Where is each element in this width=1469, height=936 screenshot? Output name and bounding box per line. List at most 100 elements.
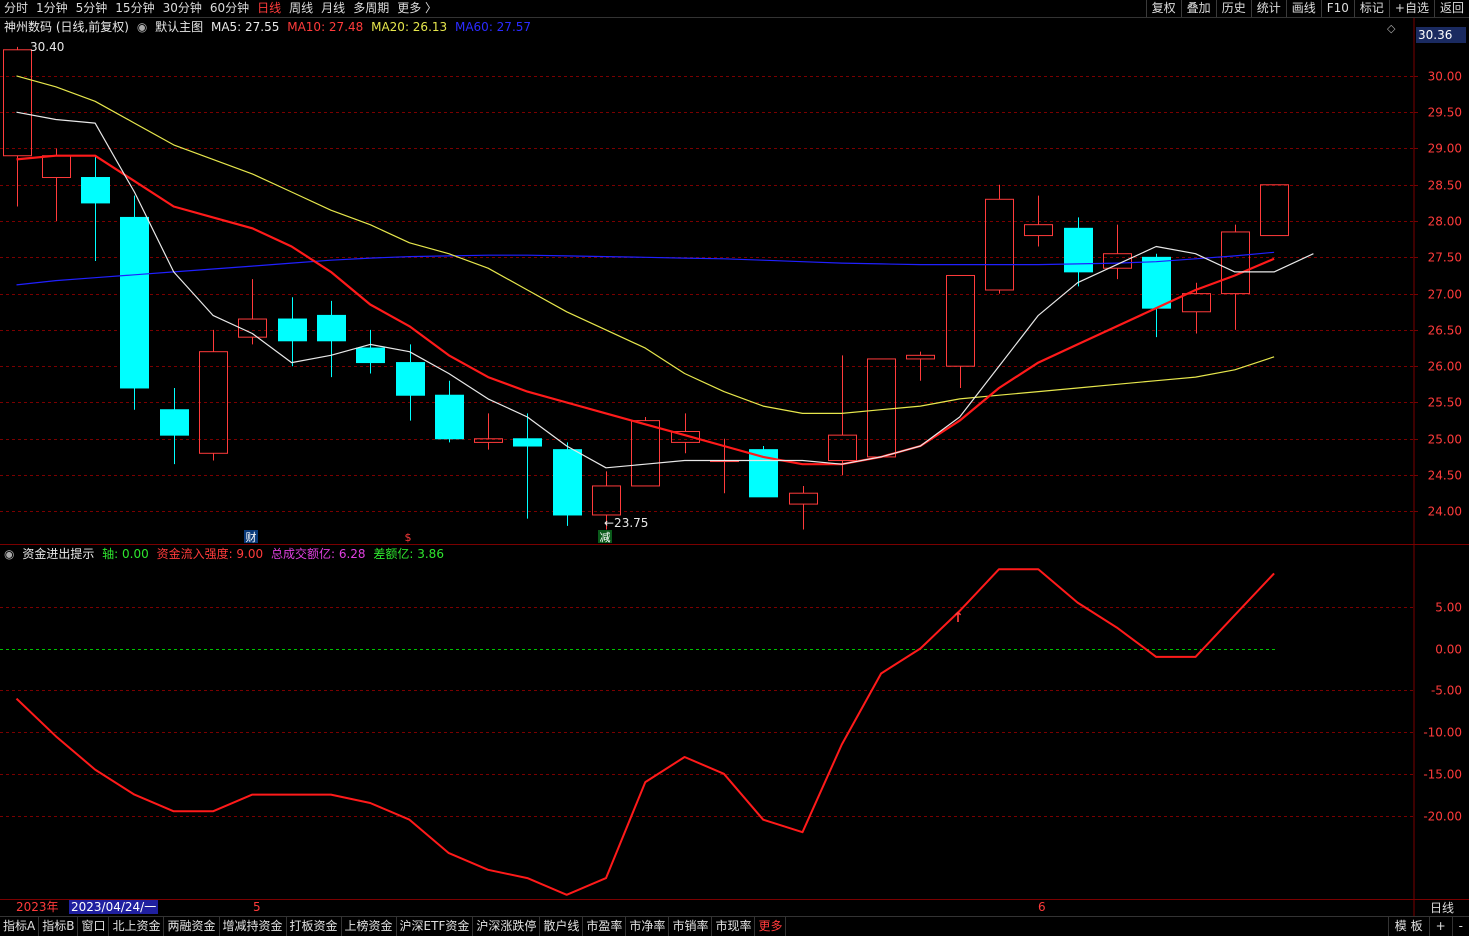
candle-body [1182,293,1211,313]
candle-body [1260,184,1289,237]
tool-button-7[interactable]: +自选 [1388,0,1434,17]
indicator-tab-9[interactable]: 沪深涨跌停 [473,917,541,936]
candle-body [1064,227,1093,273]
tool-button-6[interactable]: 标记 [1353,0,1389,17]
indicator-tab-15[interactable]: 更多 [755,917,787,936]
event-marker: 财 [246,530,257,544]
tab-0[interactable]: 分时 [0,0,32,17]
stock-name[interactable]: 神州数码 (日线,前复权) [4,20,129,34]
price-tick-label: 25.50 [1428,396,1462,410]
main-legend: 神州数码 (日线,前复权) ◉ 默认主图 MA5: 27.55 MA10: 27… [4,18,535,36]
tool-button-8[interactable]: 返回 [1433,0,1469,17]
tab-8[interactable]: 月线 [317,0,349,17]
candle-body [513,438,542,447]
indicator-legend: ◉ 资金进出提示 轴: 0.00 资金流入强度: 9.00 总成交额亿: 6.2… [4,545,448,563]
price-tick-label: 28.50 [1428,179,1462,193]
top-toolbar: 分时 1分钟 5分钟 15分钟 30分钟 60分钟 日线 周线 月线 多周期 更多 〉 复权 叠加 历史… [0,0,1469,18]
year-label: 2023年 [16,900,59,914]
candle-body [1103,253,1132,269]
event-marker: 减 [600,531,611,544]
bottom-right-controls: 模 板 + - [1387,917,1469,936]
bottom-right-button-1[interactable]: + [1428,917,1452,936]
indicator-tab-14[interactable]: 市现率 [712,917,756,936]
tool-button-1[interactable]: 叠加 [1180,0,1216,17]
axis-value: 轴: 0.00 [102,547,149,561]
price-tick-label: 24.50 [1428,469,1462,483]
indicator-tab-13[interactable]: 市销率 [669,917,713,936]
candle-body [317,314,346,342]
indicator-tab-12[interactable]: 市净率 [626,917,670,936]
tool-button-4[interactable]: 画线 [1285,0,1321,17]
indicator-name[interactable]: 资金进出提示 [22,547,94,561]
tab-7[interactable]: 周线 [285,0,317,17]
bottom-right-button-2[interactable]: - [1451,917,1469,936]
chart-canvas[interactable]: 30.00 29.50 29.00 28.50 28.00 27.50 27.00 26.50… [0,0,1469,935]
tool-button-2[interactable]: 历史 [1215,0,1251,17]
price-tick-label: 27.00 [1428,288,1462,302]
candle-body [631,420,660,487]
ma5-line [16,111,1314,469]
indicator-tick-label: -10.00 [1423,726,1462,740]
signal-arrow-icon: ↑ [952,610,964,626]
candle-body [946,274,975,367]
tab-1[interactable]: 1分钟 [32,0,72,17]
indicator-tab-6[interactable]: 打板资金 [287,917,342,936]
price-tick-label: 26.50 [1428,324,1462,338]
tool-button-0[interactable]: 复权 [1145,0,1181,17]
tab-4[interactable]: 30分钟 [159,0,206,17]
candle-body [435,394,464,440]
toggle-icon[interactable]: ◉ [4,547,14,561]
candle-body [238,318,267,338]
tab-9[interactable]: 多周期 [349,0,393,17]
price-tick-label: 28.00 [1428,215,1462,229]
candle-body [42,155,71,179]
tab-5[interactable]: 60分钟 [206,0,253,17]
candle-body [160,409,189,436]
indicator-tab-5[interactable]: 增减持资金 [220,917,287,936]
volume-value: 总成交额亿: 6.28 [270,547,366,561]
bottom-tabs-bar: 指标A 指标B 窗口 北上资金 两融资金 增减持资金 打板资金 上榜资金 沪深ETF资金 沪深涨跌… [0,916,1469,936]
price-tick-label: 25.00 [1428,433,1462,447]
indicator-tab-8[interactable]: 沪深ETF资金 [397,917,474,936]
indicator-tick-label: 5.00 [1435,601,1462,615]
indicator-tab-2[interactable]: 窗口 [78,917,110,936]
template-name[interactable]: 默认主图 [155,20,203,34]
diff-value: 差额亿: 3.86 [373,547,444,561]
price-tick-label: 29.00 [1428,142,1462,156]
tab-2[interactable]: 5分钟 [72,0,112,17]
toggle-icon[interactable]: ◉ [137,20,147,34]
month-label-6: 6 [1038,900,1046,914]
candle-body [906,354,935,360]
tab-10[interactable]: 更多 〉 [393,0,441,17]
indicator-tab-0[interactable]: 指标A [0,917,40,936]
inflow-value: 资金流入强度: 9.00 [156,547,264,561]
tab-6[interactable]: 日线 [253,0,285,17]
price-tick-label: 29.50 [1428,106,1462,120]
candle-body [1024,224,1053,237]
price-tick-label: 27.50 [1428,251,1462,265]
indicator-tab-10[interactable]: 散户线 [540,917,584,936]
indicator-tab-11[interactable]: 市盈率 [583,917,627,936]
tab-3[interactable]: 15分钟 [111,0,158,17]
indicator-tab-7[interactable]: 上榜资金 [342,917,397,936]
ma60-legend: MA60: 27.57 [454,20,532,34]
indicator-tab-3[interactable]: 北上资金 [109,917,165,936]
bottom-right-button-0[interactable]: 模 板 [1387,917,1429,936]
price-tick-label: 30.00 [1428,70,1462,84]
price-tick-label: 26.00 [1428,360,1462,374]
candle-body [356,347,385,364]
candle-body [396,362,425,396]
indicator-tabs: 指标A 指标B 窗口 北上资金 两融资金 增减持资金 打板资金 上榜资金 沪深ETF资金 沪深涨跌… [0,917,787,936]
ma5-legend: MA5: 27.55 [210,20,280,34]
toolbar-tools: 复权 叠加 历史 统计 画线 F10 标记 +自选 返回 [1145,0,1469,17]
indicator-tab-4[interactable]: 两融资金 [164,917,220,936]
tool-button-5[interactable]: F10 [1320,0,1354,17]
price-tick-label: 24.00 [1428,505,1462,519]
tool-button-3[interactable]: 统计 [1250,0,1286,17]
cursor-date: 2023/04/24/一 [69,900,159,914]
ma20-legend: MA20: 26.13 [371,20,448,34]
candle-body [789,492,818,505]
candle-body [81,177,110,204]
indicator-tab-1[interactable]: 指标B [39,917,79,936]
candle-body [828,434,857,462]
